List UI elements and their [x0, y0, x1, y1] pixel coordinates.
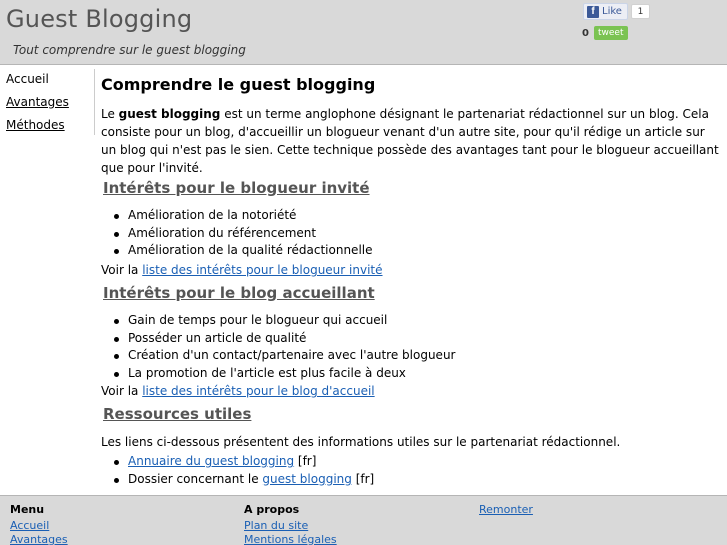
- footer-link-accueil[interactable]: Accueil: [10, 519, 49, 532]
- sidebar-item-accueil[interactable]: Accueil: [6, 72, 49, 86]
- guest-benefits-link[interactable]: liste des intérêts pour le blogueur invi…: [142, 263, 382, 277]
- list-item: Amélioration de la notoriété: [113, 207, 373, 225]
- section-title-resources: Ressources utiles: [103, 405, 252, 423]
- list-item: Création d'un contact/partenaire avec l'…: [113, 347, 455, 365]
- directory-link[interactable]: Annuaire du guest blogging: [128, 454, 294, 468]
- facebook-like-button[interactable]: f Like: [583, 3, 628, 20]
- site-header: Guest Blogging Tout comprendre sur le gu…: [0, 0, 727, 65]
- resources-intro: Les liens ci-dessous présentent des info…: [101, 435, 621, 449]
- sidebar-item-avantages[interactable]: Avantages: [6, 95, 69, 109]
- dossier-link[interactable]: guest blogging: [262, 472, 351, 486]
- page-title: Comprendre le guest blogging: [101, 75, 376, 94]
- facebook-like-label: Like: [602, 6, 622, 17]
- list-item: Gain de temps pour le blogueur qui accue…: [113, 312, 455, 330]
- facebook-like-count: 1: [631, 4, 650, 19]
- footer-link-legal[interactable]: Mentions légales: [244, 533, 337, 545]
- back-to-top-link[interactable]: Remonter: [479, 503, 533, 516]
- sidebar-item-methodes[interactable]: Méthodes: [6, 118, 65, 132]
- see-also-host: Voir la liste des intérêts pour le blog …: [101, 384, 375, 398]
- see-also-prefix: Voir la: [101, 384, 143, 398]
- intro-prefix: Le: [101, 107, 119, 121]
- facebook-icon: f: [587, 5, 599, 18]
- host-benefits-list: Gain de temps pour le blogueur qui accue…: [113, 312, 455, 382]
- see-also-prefix: Voir la: [101, 263, 143, 277]
- footer-about-heading: A propos: [244, 503, 300, 516]
- site-tagline: Tout comprendre sur le guest blogging: [13, 43, 246, 57]
- guest-benefits-list: Amélioration de la notoriété Amélioratio…: [113, 207, 373, 260]
- list-item: La promotion de l'article est plus facil…: [113, 365, 455, 383]
- footer-link-sitemap[interactable]: Plan du site: [244, 519, 308, 532]
- intro-paragraph: Le guest blogging est un terme anglophon…: [101, 105, 723, 177]
- see-also-guest: Voir la liste des intérêts pour le blogu…: [101, 263, 383, 277]
- list-item: Posséder un article de qualité: [113, 330, 455, 348]
- tweet-button[interactable]: tweet: [594, 26, 628, 40]
- list-item: Amélioration du référencement: [113, 225, 373, 243]
- resources-list: Annuaire du guest blogging [fr] Dossier …: [113, 453, 374, 488]
- lang-tag: [fr]: [294, 454, 317, 468]
- intro-bold-term: guest blogging: [118, 107, 221, 121]
- site-title[interactable]: Guest Blogging: [6, 5, 192, 33]
- section-title-host: Intérêts pour le blog accueillant: [103, 284, 375, 302]
- site-footer: Menu Accueil Avantages A propos Plan du …: [0, 495, 727, 545]
- section-title-guest: Intérêts pour le blogueur invité: [103, 179, 370, 197]
- list-item: Annuaire du guest blogging [fr]: [113, 453, 374, 471]
- lang-tag: [fr]: [351, 471, 375, 486]
- footer-menu-heading: Menu: [10, 503, 45, 516]
- footer-link-avantages[interactable]: Avantages: [10, 533, 68, 545]
- sidebar-divider: [94, 69, 95, 135]
- resource-prefix: Dossier concernant le: [128, 471, 263, 486]
- list-item: Amélioration de la qualité rédactionnell…: [113, 242, 373, 260]
- tweet-count: 0: [582, 28, 589, 39]
- host-benefits-link[interactable]: liste des intérêts pour le blog d'accuei…: [142, 384, 374, 398]
- list-item: Dossier concernant le guest blogging [fr…: [113, 471, 374, 489]
